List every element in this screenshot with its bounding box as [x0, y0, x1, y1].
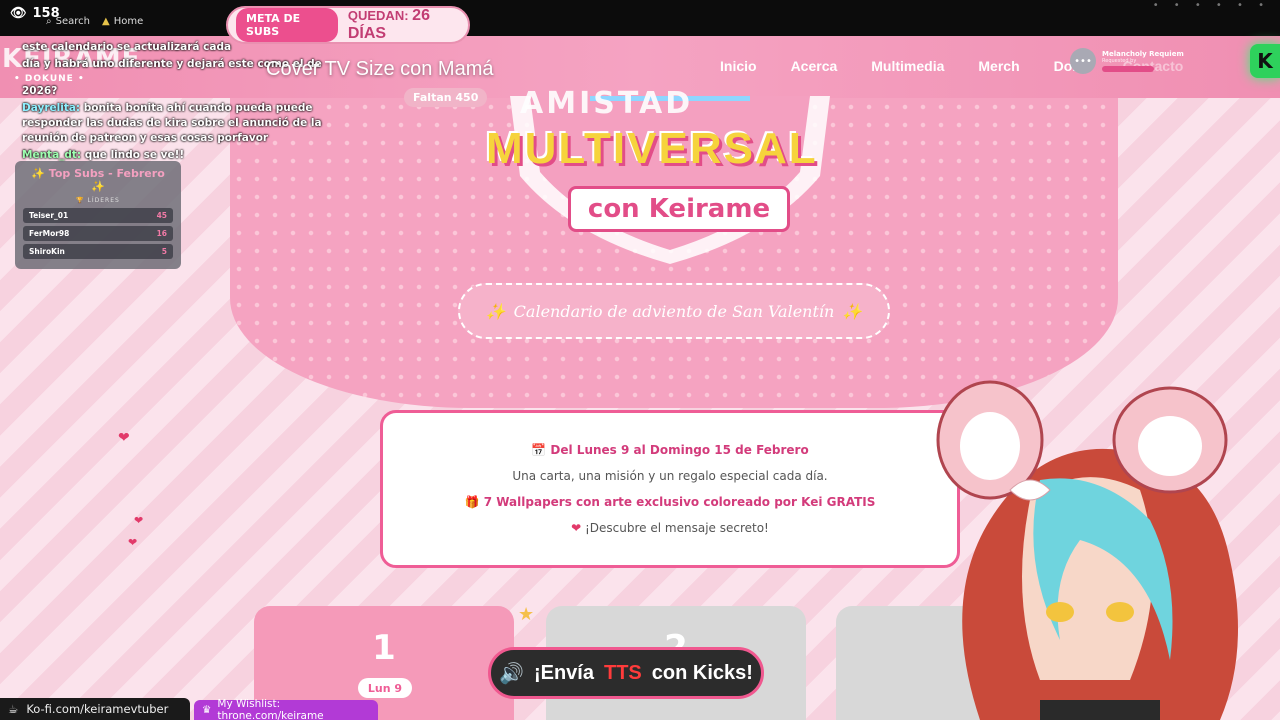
- chat-username: Dayrelita:: [22, 102, 81, 114]
- browser-strip: 👁 158 ⌕ Search ▲ Home • • • • • •: [0, 0, 1280, 36]
- home-icon: ▲: [102, 16, 110, 27]
- top-subs-count: 16: [156, 229, 167, 238]
- bookmark-home-label: Home: [113, 16, 144, 27]
- song-title: Cover TV Size con Mamá: [266, 58, 494, 80]
- music-subtitle: Requested by: [1102, 58, 1137, 64]
- browser-extension-icons[interactable]: • • • • • •: [1153, 0, 1270, 11]
- tts-text-highlight: TTS: [604, 661, 642, 684]
- info-secret: ❤ ¡Descubre el mensaje secreto!: [383, 521, 957, 535]
- kofi-cup-icon: ☕: [8, 702, 19, 716]
- top-subs-count: 45: [156, 211, 167, 220]
- bookmark-search[interactable]: ⌕ Search: [46, 16, 90, 27]
- chat-message: 2026?: [22, 84, 327, 99]
- crown-icon: ♛: [202, 704, 212, 716]
- wishlist-bar: ♛ My Wishlist: throne.com/keirame: [194, 698, 378, 720]
- info-wallpapers: 🎁 7 Wallpapers con arte exclusivo colore…: [383, 495, 957, 509]
- nav-link-inicio[interactable]: Inicio: [720, 58, 757, 74]
- calendar-pill-label: Calendario de adviento de San Valentín: [513, 301, 835, 321]
- vtuber-avatar: [936, 380, 1238, 720]
- chat-message: Dayrelita: bonita bonita ahí cuando pued…: [22, 101, 327, 146]
- top-subs-row: Teiser_01 45: [23, 208, 173, 223]
- top-subs-name: FerMor98: [29, 229, 70, 238]
- top-subs-row: FerMor98 16: [23, 226, 173, 241]
- music-title: Melancholy Requiem: [1102, 50, 1184, 58]
- sub-goal-remaining: QUEDAN: 26 DÍAS: [348, 7, 460, 43]
- heart-icon: ❤: [128, 536, 138, 549]
- day-label: Lun 9: [358, 678, 412, 698]
- eye-icon: 👁: [10, 6, 27, 21]
- top-subs-count: 5: [161, 247, 167, 256]
- shield-logo-icon: [510, 96, 830, 264]
- info-dates: 📅 Del Lunes 9 al Domingo 15 de Febrero: [383, 443, 957, 457]
- kofi-bar: ☕ Ko-fi.com/keiramevtuber: [0, 698, 190, 720]
- bookmark-search-label: Search: [55, 16, 90, 27]
- top-subs-subtitle: 🏆 LÍDERES: [76, 197, 120, 204]
- heart-icon: ❤: [134, 514, 144, 527]
- top-subs-name: ShiroKin: [29, 247, 65, 256]
- song-faltan-badge: Faltan 450: [404, 88, 488, 107]
- hero-title-main: MULTIVERSAL: [486, 124, 818, 173]
- top-subs-row: ShiroKin 5: [23, 244, 173, 259]
- speaker-icon: 🔊: [499, 662, 524, 685]
- chat-message-text: 2026?: [22, 85, 58, 97]
- top-subs-name: Teiser_01: [29, 211, 69, 220]
- music-widget: ••• Melancholy Requiem Requested by: [1070, 44, 1270, 78]
- gift-icon: 🎁: [464, 495, 480, 509]
- day-number: 1: [372, 628, 396, 668]
- calendar-pill: ✨ Calendario de adviento de San Valentín…: [458, 283, 890, 339]
- info-dates-text: Del Lunes 9 al Domingo 15 de Febrero: [550, 443, 809, 457]
- chat-message-text: este calendario se actualizará cada: [22, 41, 232, 53]
- tts-banner: 🔊 ¡Envía TTS con Kicks!: [488, 647, 764, 699]
- info-wallpapers-text: 7 Wallpapers con arte exclusivo coloread…: [483, 495, 876, 509]
- top-subs-panel: ✨ Top Subs - Febrero ✨ 🏆 LÍDERES Teiser_…: [15, 161, 181, 269]
- sparkle-icon: ✨: [485, 301, 506, 321]
- search-icon: ⌕: [46, 16, 52, 27]
- music-progress-bar: [1102, 66, 1154, 72]
- sparkle-icon: ✨: [842, 301, 863, 321]
- chat-username: Menta_dt:: [22, 149, 82, 161]
- sub-goal-remaining-label: QUEDAN:: [347, 8, 409, 23]
- wishlist-link: My Wishlist: throne.com/keirame: [217, 698, 324, 720]
- sub-goal-pill: META DE SUBS: [236, 8, 338, 42]
- info-desc: Una carta, una misión y un regalo especi…: [512, 469, 828, 483]
- info-secret-text: ¡Descubre el mensaje secreto!: [585, 521, 769, 535]
- nav-link-merch[interactable]: Merch: [978, 58, 1019, 74]
- top-subs-title: ✨ Top Subs - Febrero ✨: [31, 167, 165, 193]
- music-art-icon: •••: [1070, 48, 1096, 74]
- calendar-icon: 📅: [531, 443, 547, 457]
- tts-text-post: con Kicks!: [651, 661, 753, 684]
- bookmark-home[interactable]: ▲ Home: [102, 16, 143, 27]
- nav-link-multimedia[interactable]: Multimedia: [871, 58, 944, 74]
- kofi-link: Ko-fi.com/keiramevtuber: [26, 702, 169, 716]
- heart-icon: ❤: [118, 430, 130, 446]
- nav-link-acerca[interactable]: Acerca: [791, 58, 838, 74]
- tts-text-pre: ¡Envía: [533, 661, 594, 684]
- chat-message-text: que lindo se ve!!: [84, 149, 185, 161]
- star-icon: ★: [518, 604, 535, 625]
- sub-goal-widget: META DE SUBS QUEDAN: 26 DÍAS: [226, 6, 470, 44]
- heart-icon: ❤: [571, 521, 582, 535]
- hero-title-sub: con Keirame: [568, 186, 790, 232]
- hero-title-top: AMISTAD: [520, 86, 694, 121]
- info-card: 📅 Del Lunes 9 al Domingo 15 de Febrero U…: [380, 410, 960, 568]
